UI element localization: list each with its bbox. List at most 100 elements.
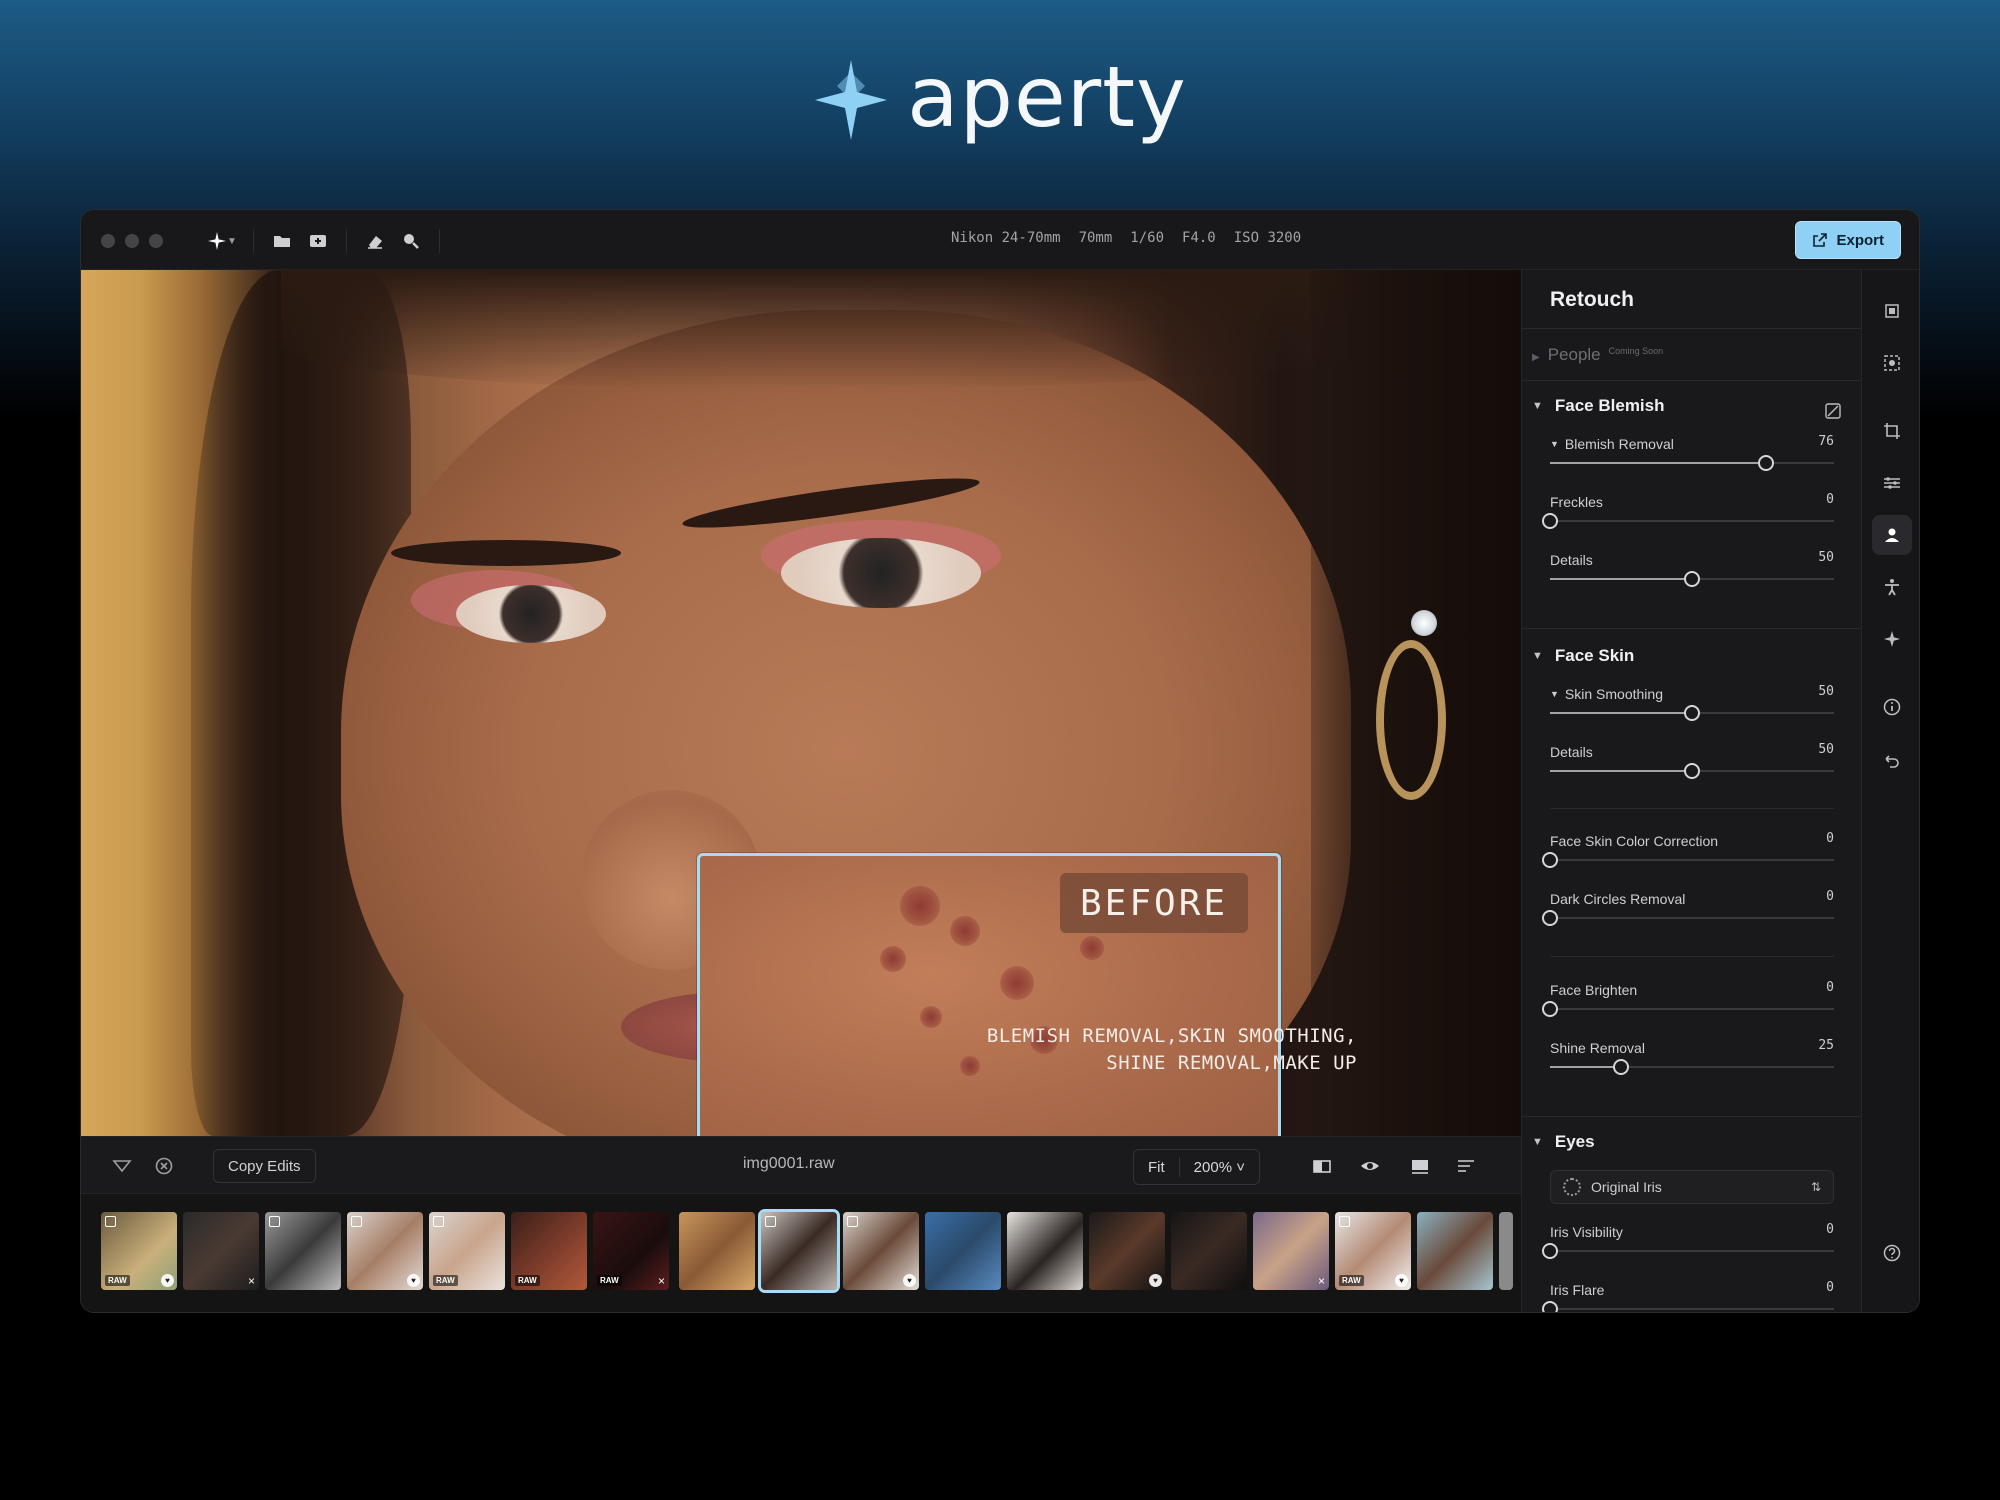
- export-button[interactable]: Export: [1795, 221, 1901, 259]
- face-blemish-section-header[interactable]: ▼ Face Blemish: [1532, 396, 1665, 416]
- thumbnail-partial[interactable]: [1499, 1212, 1513, 1290]
- rejected-x-icon[interactable]: ×: [1318, 1274, 1325, 1288]
- favorite-heart-icon[interactable]: ♥: [903, 1274, 916, 1287]
- sort-icon[interactable]: [1455, 1155, 1477, 1177]
- thumbnail[interactable]: RAW ♥: [1335, 1212, 1411, 1290]
- thumbnail[interactable]: ♥: [347, 1212, 423, 1290]
- rejected-x-icon[interactable]: ×: [658, 1274, 665, 1288]
- close-window-button[interactable]: [101, 234, 115, 248]
- slider-track[interactable]: [1542, 513, 1834, 529]
- favorite-heart-icon[interactable]: ♥: [407, 1274, 420, 1287]
- slider-label: ▼ Skin Smoothing: [1550, 686, 1663, 702]
- slider-track[interactable]: [1550, 455, 1834, 471]
- body-reshape-icon[interactable]: [1881, 576, 1903, 598]
- chevron-down-icon: ▼: [1532, 1136, 1543, 1148]
- zoom-level-dropdown[interactable]: 200% ˅: [1180, 1159, 1259, 1176]
- reject-circle-x-icon[interactable]: [153, 1155, 175, 1177]
- thumbnail[interactable]: [1171, 1212, 1247, 1290]
- import-photo-icon[interactable]: [300, 228, 336, 254]
- chevron-down-icon[interactable]: ▼: [227, 236, 237, 247]
- thumbnail[interactable]: ♥: [843, 1212, 919, 1290]
- app-window: ▼ Nikon 24-70mm 70mm 1/60 F4.0 ISO 3200: [80, 209, 1920, 1313]
- blemish-spot: [880, 946, 906, 972]
- divider: [1522, 628, 1861, 629]
- thumbnail[interactable]: ×: [183, 1212, 259, 1290]
- presets-icon[interactable]: [1881, 300, 1903, 322]
- iris-select-dropdown[interactable]: Original Iris ⇅: [1550, 1170, 1834, 1204]
- slider-knob[interactable]: [1542, 1001, 1558, 1017]
- slider-track[interactable]: [1542, 852, 1834, 868]
- slider-knob[interactable]: [1542, 910, 1558, 926]
- eraser-icon[interactable]: [357, 228, 393, 254]
- slider-knob[interactable]: [1542, 852, 1558, 868]
- slider-track[interactable]: [1542, 1301, 1834, 1312]
- ai-sparkle-icon[interactable]: [1881, 628, 1903, 650]
- slider-knob[interactable]: [1542, 513, 1558, 529]
- slider-knob[interactable]: [1684, 705, 1700, 721]
- slider-track[interactable]: [1542, 910, 1834, 926]
- blemish-removal-label: Blemish Removal: [1564, 436, 1674, 452]
- crop-icon[interactable]: [1881, 420, 1903, 442]
- favorite-heart-icon[interactable]: ♥: [161, 1274, 174, 1287]
- iris-select-value: Original Iris: [1591, 1179, 1662, 1195]
- zoom-search-icon[interactable]: [393, 228, 429, 254]
- slider-knob[interactable]: [1684, 763, 1700, 779]
- slider-knob[interactable]: [1542, 1301, 1558, 1312]
- exif-aperture: F4.0: [1182, 230, 1216, 246]
- slider-knob[interactable]: [1613, 1059, 1629, 1075]
- thumbnail[interactable]: [1007, 1212, 1083, 1290]
- ai-select-icon[interactable]: [1881, 352, 1903, 374]
- fit-button[interactable]: Fit: [1134, 1159, 1179, 1176]
- thumbnail[interactable]: RAW ×: [593, 1212, 669, 1290]
- thumbnail[interactable]: ×: [1253, 1212, 1329, 1290]
- maximize-window-button[interactable]: [149, 234, 163, 248]
- details-label: Details: [1550, 744, 1593, 760]
- thumbnail-selected[interactable]: [758, 1209, 840, 1293]
- slider-knob[interactable]: [1542, 1243, 1558, 1259]
- people-section-header[interactable]: ▶ People Coming Soon: [1532, 345, 1663, 365]
- slider-knob[interactable]: [1684, 571, 1700, 587]
- raw-badge: RAW: [1339, 1275, 1364, 1286]
- slider-track[interactable]: [1550, 1059, 1834, 1075]
- slider-track[interactable]: [1550, 571, 1834, 587]
- slider-track[interactable]: [1550, 705, 1834, 721]
- edit-mask-icon[interactable]: [1824, 402, 1842, 420]
- raw-badge: RAW: [515, 1275, 540, 1286]
- favorite-heart-icon[interactable]: ♥: [1149, 1274, 1162, 1287]
- stack-icon: [269, 1216, 280, 1227]
- thumbnail[interactable]: [1417, 1212, 1493, 1290]
- stack-icon: [351, 1216, 362, 1227]
- blemish-spot: [960, 1056, 980, 1076]
- thumbnail[interactable]: [265, 1212, 341, 1290]
- minimize-window-button[interactable]: [125, 234, 139, 248]
- filter-icon[interactable]: [111, 1155, 133, 1177]
- slider-track[interactable]: [1542, 1001, 1834, 1017]
- eyes-section-header[interactable]: ▼ Eyes: [1532, 1132, 1595, 1152]
- info-icon[interactable]: [1881, 696, 1903, 718]
- thumbnail[interactable]: RAW: [511, 1212, 587, 1290]
- preview-eye-icon[interactable]: [1359, 1155, 1381, 1177]
- slider-value: 25: [1818, 1038, 1834, 1053]
- adjustments-sliders-icon[interactable]: [1881, 472, 1903, 494]
- filmstrip-toggle-icon[interactable]: [1409, 1155, 1431, 1177]
- history-undo-icon[interactable]: [1881, 750, 1903, 772]
- copy-edits-button[interactable]: Copy Edits: [213, 1149, 316, 1183]
- chevron-right-icon: ▶: [1532, 352, 1540, 363]
- favorite-heart-icon[interactable]: ♥: [1395, 1274, 1408, 1287]
- rejected-x-icon[interactable]: ×: [248, 1274, 255, 1288]
- thumbnail[interactable]: ♥: [1089, 1212, 1165, 1290]
- slider-track[interactable]: [1542, 1243, 1834, 1259]
- stack-icon: [847, 1216, 858, 1227]
- slider-track[interactable]: [1550, 763, 1834, 779]
- thumbnail[interactable]: [925, 1212, 1001, 1290]
- face-skin-section-header[interactable]: ▼ Face Skin: [1532, 646, 1634, 666]
- thumbnail[interactable]: [679, 1212, 755, 1290]
- thumbnail[interactable]: RAW ♥: [101, 1212, 177, 1290]
- slider-knob[interactable]: [1757, 455, 1774, 471]
- split-view-icon[interactable]: [1311, 1155, 1333, 1177]
- thumbnail[interactable]: RAW: [429, 1212, 505, 1290]
- brand-name: aperty: [907, 48, 1187, 146]
- folder-icon[interactable]: [264, 228, 300, 254]
- help-icon[interactable]: [1881, 1242, 1903, 1264]
- retouch-person-icon[interactable]: [1872, 515, 1912, 555]
